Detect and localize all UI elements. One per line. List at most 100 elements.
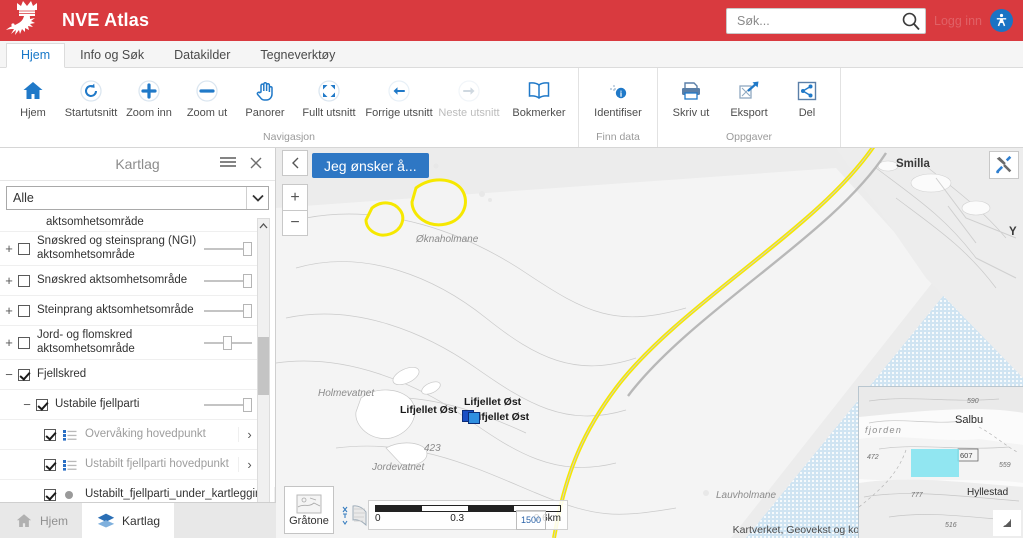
layer-opacity-slider[interactable] (204, 273, 252, 288)
accessibility-icon[interactable] (990, 9, 1013, 32)
overview-inset-map[interactable]: 590 472 777 516 559 fjorden Salbu Hylles… (858, 386, 1023, 538)
layer-label: Ustabilt_fjellparti_under_kartlegging (85, 487, 268, 500)
layer-checkbox[interactable] (18, 368, 30, 381)
ribbon-button-del[interactable]: Del (778, 75, 836, 121)
layer-opacity-slider[interactable] (204, 303, 252, 318)
table-row[interactable]: Ustabilt fjellparti hovedpunkt › (0, 450, 260, 481)
ribbon-button-skriv-ut[interactable]: Skriv ut (662, 75, 720, 121)
bottom-tab-kartlag[interactable]: Kartlag (82, 503, 175, 538)
ribbon-button-fullt-utsnitt[interactable]: Fullt utsnitt (294, 75, 364, 121)
layer-expander[interactable]: + (0, 335, 18, 350)
layer-expander[interactable]: − (18, 397, 36, 412)
layer-opacity-slider[interactable] (204, 335, 252, 350)
ribbon-button-forrige-utsnitt[interactable]: Forrige utsnitt (364, 75, 434, 121)
ribbon-button-startutsnitt[interactable]: Startutsnitt (62, 75, 120, 121)
layer-opacity-slider[interactable] (204, 241, 252, 256)
slider-knob[interactable] (223, 335, 232, 350)
collapse-panel-button[interactable] (282, 150, 308, 176)
layer-expander[interactable]: + (0, 273, 18, 288)
layer-label: Jord- og flomskred aktsomhetsområde (37, 329, 135, 355)
login-link[interactable]: Logg inn (934, 14, 982, 28)
search-input[interactable] (735, 12, 902, 29)
layer-checkbox[interactable] (36, 398, 48, 411)
printer-icon (679, 77, 703, 105)
tab-tegneverktoy[interactable]: Tegneverktøy (245, 43, 350, 67)
hand-icon (253, 77, 277, 105)
refresh-icon (79, 77, 103, 105)
expand-arrows-icon (317, 77, 341, 105)
basemap-switcher-button[interactable]: Gråtone (284, 486, 334, 534)
ribbon-button-bokmerker[interactable]: Bokmerker (504, 75, 574, 121)
chevron-up-icon[interactable] (258, 219, 269, 232)
layer-filter-select[interactable]: Alle (6, 186, 269, 210)
map-zoom-out-button[interactable]: − (282, 210, 308, 236)
ribbon-button-eksport[interactable]: Eksport (720, 75, 778, 121)
layer-expander[interactable]: + (0, 303, 18, 318)
share-icon (795, 77, 819, 105)
layer-expander[interactable]: + (0, 241, 18, 256)
ribbon-button-zoom-ut[interactable]: Zoom ut (178, 75, 236, 121)
table-row[interactable]: + Snøskred aktsomhetsområde (0, 266, 260, 297)
table-row[interactable]: + Snøskred og steinsprang (NGI) aktsomhe… (0, 232, 260, 267)
table-row[interactable]: − Fjellskred (0, 360, 260, 391)
collapse-corner-icon[interactable] (993, 510, 1021, 536)
table-row[interactable]: + Steinprang aktsomhetsområde (0, 296, 260, 327)
ribbon-group-navigasjon: Hjem Startutsnitt Zoom inn Zoom ut Panor… (0, 68, 579, 147)
ribbon-button-identifiser[interactable]: i Identifiser (583, 75, 653, 121)
slider-knob[interactable] (243, 241, 252, 256)
inset-extent-rectangle[interactable] (911, 449, 959, 477)
table-row[interactable]: + Jord- og flomskred aktsomhetsområde (0, 326, 260, 361)
ribbon-label-fullt-utsnitt: Fullt utsnitt (302, 107, 356, 119)
close-icon[interactable] (249, 156, 263, 170)
wish-button[interactable]: Jeg ønsker å... (312, 153, 429, 178)
ribbon-button-hjem[interactable]: Hjem (4, 75, 62, 121)
layer-list-scroll[interactable]: aktsomhetsområde + Snøskred og steinspra… (0, 216, 276, 538)
chevron-down-icon[interactable] (246, 187, 268, 209)
layer-checkbox[interactable] (44, 428, 56, 441)
map-zoom-in-button[interactable]: + (282, 184, 308, 210)
list-lines-icon[interactable] (219, 156, 237, 170)
tab-hjem[interactable]: Hjem (6, 43, 66, 68)
tab-datakilder[interactable]: Datakilder (159, 43, 245, 67)
table-row[interactable]: − Ustabile fjellparti (0, 390, 260, 421)
layer-list-scrollbar[interactable] (257, 218, 270, 536)
ribbon-button-panorer[interactable]: Panorer (236, 75, 294, 121)
ribbon-label-panorer: Panorer (245, 107, 285, 119)
map-viewport[interactable]: Øknaholmane Smilla Holmevatnet Jordevatn… (276, 148, 1023, 538)
home-icon (14, 512, 34, 530)
table-row[interactable]: Overvåking hovedpunkt › (0, 420, 260, 451)
ribbon-label-identifiser: Identifiser (594, 107, 642, 119)
map-marker-overvaking[interactable] (468, 412, 480, 424)
search-icon[interactable] (901, 11, 921, 31)
home-icon (21, 77, 45, 105)
panel-header: Kartlag (0, 148, 275, 181)
legend-icon[interactable] (338, 500, 370, 532)
layer-expander[interactable]: − (0, 367, 18, 382)
legend-bars-icon (63, 429, 79, 441)
layer-checkbox[interactable] (18, 242, 30, 255)
layer-opacity-slider[interactable] (204, 397, 252, 412)
map-zoom-controls: + − (282, 150, 308, 236)
tab-info-og-sok[interactable]: Info og Søk (65, 43, 159, 67)
bottom-tab-hjem[interactable]: Hjem (0, 503, 82, 538)
ribbon-label-bokmerker: Bokmerker (512, 107, 566, 119)
scale-denominator-input[interactable]: 1500 (516, 510, 546, 530)
layer-checkbox[interactable] (18, 304, 30, 317)
panel-bottom-tabs: Hjem Kartlag (0, 502, 276, 538)
layer-checkbox[interactable] (18, 274, 30, 287)
layer-label: Ustabilt fjellparti hovedpunkt (85, 457, 229, 470)
slider-knob[interactable] (243, 273, 252, 288)
ribbon-label-zoom-inn: Zoom inn (126, 107, 172, 119)
scrollbar-thumb[interactable] (258, 337, 269, 395)
layer-checkbox[interactable] (18, 336, 30, 349)
slider-knob[interactable] (243, 303, 252, 318)
slider-knob[interactable] (243, 397, 252, 412)
layer-checkbox[interactable] (44, 458, 56, 471)
layer-checkbox[interactable] (44, 488, 56, 501)
export-icon (737, 77, 761, 105)
legend-bars-icon (63, 459, 79, 471)
ribbon-button-zoom-inn[interactable]: Zoom inn (120, 75, 178, 121)
global-search-box[interactable] (726, 7, 927, 34)
tools-wrench-icon[interactable] (989, 151, 1019, 179)
ribbon-button-neste-utsnitt[interactable]: Neste utsnitt (434, 75, 504, 121)
